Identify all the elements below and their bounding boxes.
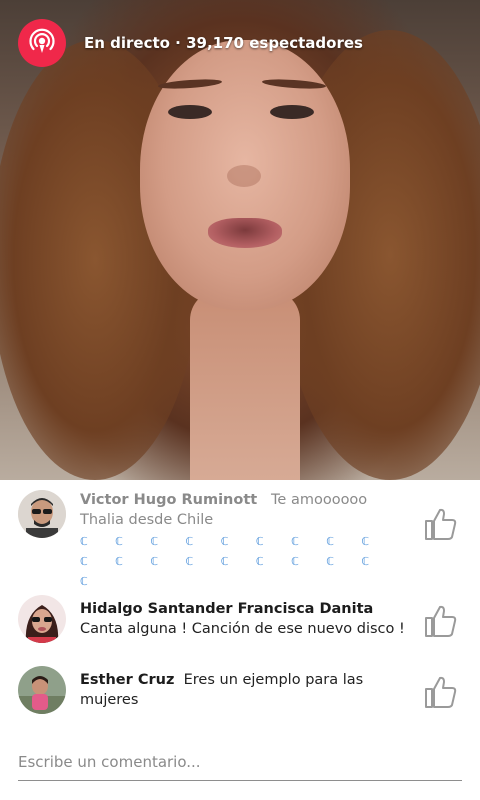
comment-extra-symbols: ℂ ℂ ℂ ℂ ℂ ℂ ℂ ℂ ℂ ℂ ℂ ℂ ℂ ℂ ℂ ℂ ℂ ℂ ℂ <box>80 535 382 588</box>
video-neck <box>190 290 300 480</box>
comment-item: Esther Cruz Eres un ejemplo para las muj… <box>0 666 480 726</box>
like-thumb-icon[interactable] <box>422 506 458 542</box>
live-viewer-count: En directo · 39,170 espectadores <box>84 34 363 52</box>
comment-item: Victor Hugo Ruminott Te amoooooo Thalia … <box>0 490 480 590</box>
comment-content: Esther Cruz Eres un ejemplo para las muj… <box>80 670 410 710</box>
avatar[interactable] <box>18 666 66 714</box>
video-nose <box>227 165 261 187</box>
comment-author[interactable]: Esther Cruz <box>80 672 174 688</box>
video-eye-right <box>270 105 314 119</box>
video-eye-left <box>168 105 212 119</box>
comment-item: Hidalgo Santander Francisca Danita Canta… <box>0 595 480 655</box>
comment-content: Victor Hugo Ruminott Te amoooooo Thalia … <box>80 490 410 592</box>
avatar[interactable] <box>18 490 66 538</box>
video-mouth <box>208 218 282 248</box>
avatar[interactable] <box>18 595 66 643</box>
live-header: En directo · 39,170 espectadores <box>18 19 363 67</box>
comment-input[interactable] <box>18 744 462 781</box>
comment-author[interactable]: Hidalgo Santander Francisca Danita <box>80 601 373 617</box>
live-broadcast-icon[interactable] <box>18 19 66 67</box>
comment-content: Hidalgo Santander Francisca Danita Canta… <box>80 599 410 639</box>
comment-author[interactable]: Victor Hugo Ruminott <box>80 492 257 508</box>
like-thumb-icon[interactable] <box>422 603 458 639</box>
live-video[interactable]: En directo · 39,170 espectadores <box>0 0 480 480</box>
comment-message: Canta alguna ! Canción de ese nuevo disc… <box>80 621 405 637</box>
like-thumb-icon[interactable] <box>422 674 458 710</box>
